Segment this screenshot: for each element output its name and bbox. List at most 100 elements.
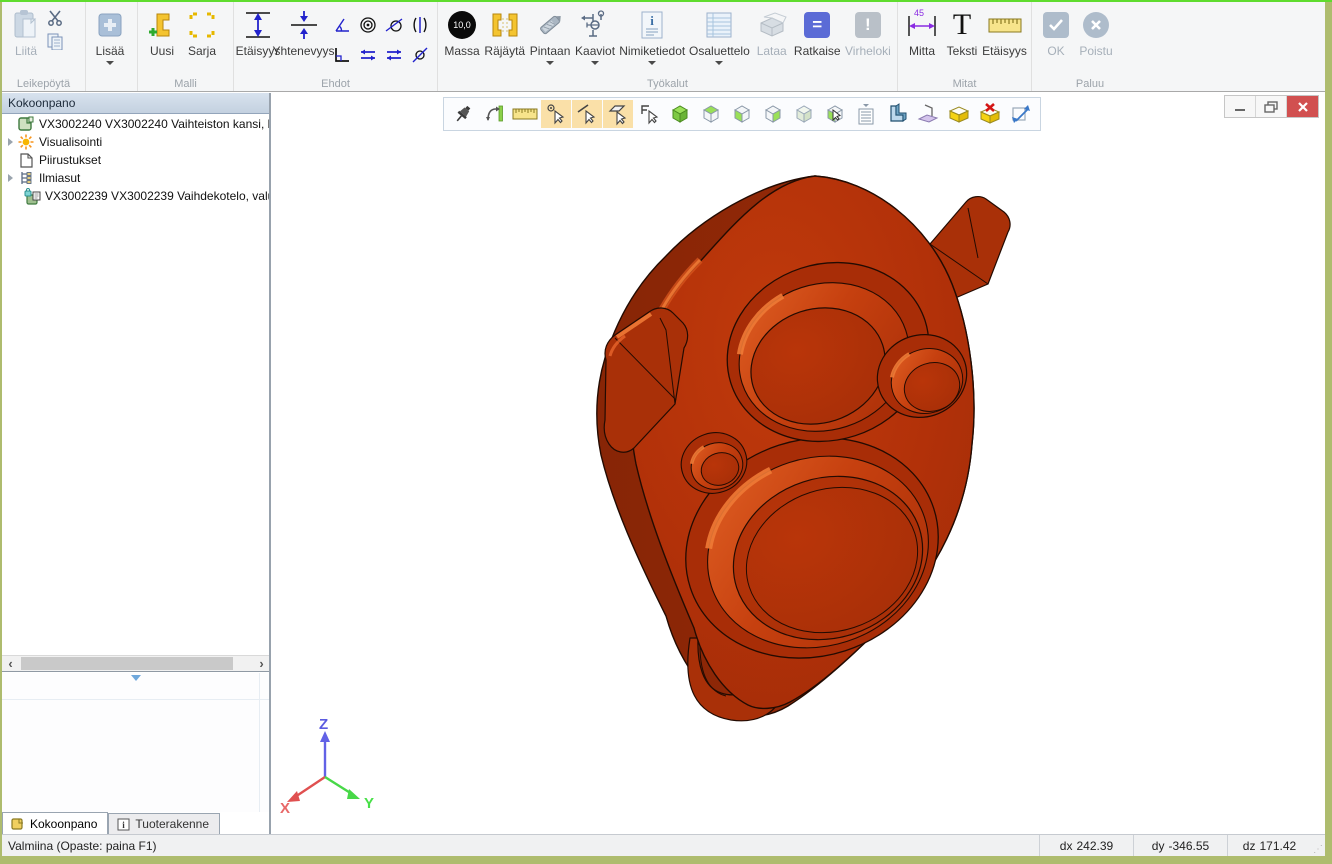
ok-check-icon: [1043, 12, 1069, 38]
ribbon-group-return: OK Poistu Paluu: [1032, 2, 1148, 91]
load-icon: [755, 6, 789, 44]
ok-button[interactable]: OK: [1036, 4, 1076, 60]
coincidence-constraint-button[interactable]: Yhtenevyys: [278, 4, 329, 60]
parts-list-button[interactable]: Osaluettelo: [687, 4, 752, 67]
y-axis-label: Y: [364, 795, 374, 812]
chevron-down-icon: [546, 61, 554, 65]
ribbon-group-clipboard: Liitä Leikepöytä: [2, 2, 86, 91]
scroll-left-icon[interactable]: ‹: [2, 656, 19, 671]
add-button[interactable]: Lisää: [90, 4, 130, 67]
x-axis-label: X: [280, 800, 290, 817]
tree-row-assembly[interactable]: VX3002240 VX3002240 Vaihteiston kansi, k…: [2, 115, 270, 133]
status-dz: dz171.42: [1227, 835, 1311, 856]
assembly-icon: [17, 116, 35, 132]
copy-button[interactable]: [46, 32, 64, 50]
item-data-icon: i: [639, 6, 665, 44]
application-window: Liitä Leikepöytä Lisää: [0, 0, 1332, 864]
perpendicular-constraint-button[interactable]: [332, 46, 352, 64]
tab-tuoterakenne[interactable]: i Tuoterakenne: [108, 813, 220, 834]
solve-button[interactable]: = Ratkaise: [792, 4, 843, 60]
item-data-button[interactable]: i Nimiketiedot: [617, 4, 687, 67]
splitter-collapse-icon[interactable]: [131, 675, 141, 681]
3d-model-canvas[interactable]: Z X Y: [271, 93, 1325, 834]
tangent-circle-constraint-button[interactable]: [384, 16, 404, 34]
tree-horizontal-scrollbar[interactable]: ‹ ›: [2, 655, 270, 672]
add-label: Lisää: [96, 44, 125, 58]
graphics-viewport[interactable]: Z X Y: [271, 93, 1325, 834]
mass-button[interactable]: 10,0 Massa: [442, 4, 482, 60]
parts-list-icon: [703, 6, 735, 44]
window-border-bottom: [0, 856, 1332, 864]
coincidence-constraint-icon: [287, 6, 321, 44]
ruler-icon: [987, 6, 1023, 44]
explode-button[interactable]: Räjäytä: [482, 4, 527, 60]
panel-header: Kokoonpano: [2, 93, 270, 114]
symmetry-constraint-button[interactable]: [410, 16, 430, 34]
ribbon-group-add: Lisää: [86, 2, 138, 91]
series-button[interactable]: Sarja: [182, 4, 222, 60]
ribbon-group-dimensions: 45 Mitta T Teksti Etäisyys Mitat: [898, 2, 1032, 91]
tangent-line-constraint-button[interactable]: [410, 46, 430, 64]
cut-button[interactable]: [46, 10, 64, 26]
explode-icon: [489, 6, 521, 44]
part-locked-icon: [23, 188, 41, 204]
error-log-button[interactable]: ! Virheloki: [843, 4, 893, 60]
ribbon: Liitä Leikepöytä Lisää: [2, 2, 1325, 92]
info-tab-icon: i: [117, 818, 130, 831]
panel-lower-pane: [2, 673, 270, 812]
window-border-right: [1325, 2, 1332, 864]
status-bar: Valmiina (Opaste: paina F1) dx242.39 dy-…: [2, 834, 1325, 856]
new-part-icon: [147, 6, 177, 44]
scroll-right-icon[interactable]: ›: [253, 656, 270, 671]
assembly-tree: VX3002240 VX3002240 Vaihteiston kansi, k…: [2, 115, 270, 655]
paste-button[interactable]: Liitä: [6, 4, 46, 60]
instances-icon: [17, 170, 35, 186]
parallel-constraint-button[interactable]: [384, 46, 404, 64]
dimension-button[interactable]: 45 Mitta: [902, 4, 942, 60]
expand-arrow-icon[interactable]: [8, 138, 13, 146]
exit-x-icon: [1083, 12, 1109, 38]
new-button[interactable]: Uusi: [142, 4, 182, 60]
load-button[interactable]: Lataa: [752, 4, 792, 60]
assembly-tab-icon: [11, 817, 25, 831]
angle-constraint-button[interactable]: [332, 16, 352, 34]
tab-kokoonpano[interactable]: Kokoonpano: [2, 812, 108, 834]
status-dy: dy-346.55: [1133, 835, 1227, 856]
concentric-constraint-button[interactable]: [358, 16, 378, 34]
window-border-left: [0, 2, 2, 856]
gearbox-cover-model[interactable]: [597, 176, 1010, 721]
paste-icon: [11, 6, 41, 44]
to-surface-icon: [534, 6, 566, 44]
tree-row-part[interactable]: VX3002239 VX3002239 Vaihdekotelo, valu .: [2, 187, 270, 205]
tree-row-visualization[interactable]: Visualisointi: [2, 133, 270, 151]
add-icon: [96, 6, 124, 44]
error-log-icon: !: [855, 12, 881, 38]
tree-row-drawings[interactable]: Piirustukset: [2, 151, 270, 169]
z-axis-label: Z: [319, 716, 328, 733]
ribbon-group-constraints: Etäisyys Yhtenevyys Ehdot: [234, 2, 438, 91]
ribbon-group-tools: 10,0 Massa Räjäytä Pintaan Kaa: [438, 2, 898, 91]
axis-triad: Z X Y: [280, 716, 374, 817]
exit-button[interactable]: Poistu: [1076, 4, 1116, 60]
svg-text:i: i: [650, 13, 654, 28]
status-message: Valmiina (Opaste: paina F1): [2, 839, 1039, 853]
solve-icon: =: [804, 12, 830, 38]
chevron-down-icon: [591, 61, 599, 65]
assembly-panel: Kokoonpano VX3002240 VX3002240 Vaihteist…: [2, 93, 270, 834]
text-button[interactable]: T Teksti: [942, 4, 982, 60]
series-icon: [187, 6, 217, 44]
schematics-icon: [579, 6, 611, 44]
expand-arrow-icon[interactable]: [8, 174, 13, 182]
scrollbar-thumb[interactable]: [21, 657, 233, 670]
ribbon-group-label: Leikepöytä: [2, 78, 85, 90]
equal-spacing-constraint-button[interactable]: [358, 46, 378, 64]
resize-grip[interactable]: ⋰: [1311, 835, 1325, 856]
paste-label: Liitä: [15, 44, 37, 58]
ribbon-group-model: Uusi Sarja Malli: [138, 2, 234, 91]
to-surface-button[interactable]: Pintaan: [527, 4, 572, 67]
schematics-button[interactable]: Kaaviot: [573, 4, 618, 67]
status-dx: dx242.39: [1039, 835, 1133, 856]
text-icon: T: [953, 10, 971, 40]
tree-row-instances[interactable]: Ilmiasut: [2, 169, 270, 187]
measure-distance-button[interactable]: Etäisyys: [982, 4, 1027, 60]
